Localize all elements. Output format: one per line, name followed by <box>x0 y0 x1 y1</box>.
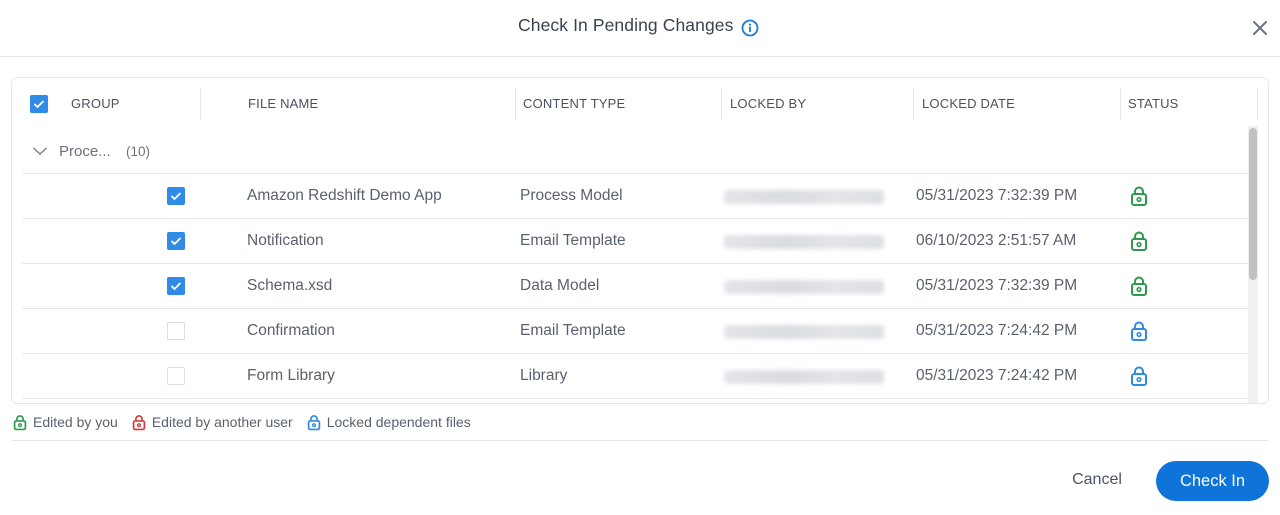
cancel-button[interactable]: Cancel <box>1058 460 1136 500</box>
check-in-button[interactable]: Check In <box>1156 461 1269 501</box>
locked-date: 06/10/2023 2:51:57 AM <box>916 232 1077 249</box>
lock-icon <box>132 414 146 430</box>
column-header-group[interactable]: GROUP <box>71 96 120 111</box>
content-type: Data Model <box>520 277 600 294</box>
footer-divider <box>11 440 1269 441</box>
table-row[interactable]: Amazon Redshift Demo App Process Model 0… <box>22 174 1248 219</box>
content-type: Email Template <box>520 322 626 339</box>
chevron-down-icon[interactable] <box>32 145 48 157</box>
file-name: Schema.xsd <box>247 277 333 294</box>
file-name: Form Library <box>247 367 335 384</box>
lock-icon <box>1131 366 1147 386</box>
lock-icon <box>13 414 27 430</box>
locked-by-redacted <box>724 190 884 204</box>
group-row[interactable]: Proce... (10) <box>22 130 1248 174</box>
locked-by-redacted <box>724 325 884 339</box>
file-name: Confirmation <box>247 322 335 339</box>
table-header: GROUP FILE NAME CONTENT TYPE LOCKED BY L… <box>12 78 1258 128</box>
lock-icon <box>1131 276 1147 296</box>
info-icon[interactable] <box>741 19 759 37</box>
locked-by-redacted <box>724 370 884 384</box>
legend-label: Edited by another user <box>151 414 293 430</box>
legend-item-edited-by-you: Edited by you <box>13 414 118 431</box>
group-count: (10) <box>126 144 151 159</box>
status-legend: Edited by you Edited by another user Loc… <box>13 412 485 432</box>
locked-date: 05/31/2023 7:32:39 PM <box>916 187 1078 204</box>
content-type: Library <box>520 367 568 384</box>
column-separator[interactable] <box>1257 88 1258 120</box>
select-all-checkbox[interactable] <box>30 95 48 113</box>
content-type: Process Model <box>520 187 623 204</box>
table-row[interactable]: Notification Email Template 06/10/2023 2… <box>22 219 1248 264</box>
lock-icon <box>307 414 320 430</box>
legend-item-edited-by-another-user: Edited by another user <box>132 414 293 431</box>
column-header-file-name[interactable]: FILE NAME <box>248 96 318 111</box>
scrollbar-thumb[interactable] <box>1249 128 1257 280</box>
group-name: Proce... <box>59 143 111 160</box>
row-checkbox[interactable] <box>167 232 185 250</box>
column-separator[interactable] <box>515 88 516 120</box>
locked-by-redacted <box>724 235 884 249</box>
lock-icon <box>1131 186 1147 206</box>
legend-label: Edited by you <box>33 414 118 430</box>
file-name: Amazon Redshift Demo App <box>247 187 442 204</box>
table-row[interactable]: Schema.xsd Data Model 05/31/2023 7:32:39… <box>22 264 1248 309</box>
row-checkbox[interactable] <box>167 367 185 385</box>
column-header-content-type[interactable]: CONTENT TYPE <box>523 96 625 111</box>
column-separator[interactable] <box>200 88 201 120</box>
legend-label: Locked dependent files <box>326 414 471 430</box>
dialog-title: Check In Pending Changes <box>518 15 734 35</box>
column-separator[interactable] <box>1120 88 1121 120</box>
lock-icon <box>1131 321 1147 341</box>
table-row[interactable]: Confirmation Email Template 05/31/2023 7… <box>22 309 1248 354</box>
column-separator[interactable] <box>721 88 722 120</box>
dialog-header: Check In Pending Changes <box>0 0 1280 57</box>
column-header-locked-date[interactable]: LOCKED DATE <box>922 96 1015 111</box>
column-separator[interactable] <box>913 88 914 120</box>
row-checkbox[interactable] <box>167 277 185 295</box>
lock-icon <box>1131 231 1147 251</box>
content-type: Email Template <box>520 232 626 249</box>
legend-item-locked-dependent-files: Locked dependent files <box>307 414 471 431</box>
locked-by-redacted <box>724 280 884 294</box>
row-checkbox[interactable] <box>167 322 185 340</box>
row-checkbox[interactable] <box>167 187 185 205</box>
column-header-status[interactable]: STATUS <box>1128 96 1179 111</box>
table-row[interactable]: Form Library Library 05/31/2023 7:24:42 … <box>22 354 1248 399</box>
close-icon[interactable] <box>1250 18 1270 38</box>
column-header-locked-by[interactable]: LOCKED BY <box>730 96 806 111</box>
locked-date: 05/31/2023 7:24:42 PM <box>916 322 1078 339</box>
file-name: Notification <box>247 232 324 249</box>
pending-changes-grid: GROUP FILE NAME CONTENT TYPE LOCKED BY L… <box>11 77 1269 404</box>
locked-date: 05/31/2023 7:32:39 PM <box>916 277 1078 294</box>
locked-date: 05/31/2023 7:24:42 PM <box>916 367 1078 384</box>
